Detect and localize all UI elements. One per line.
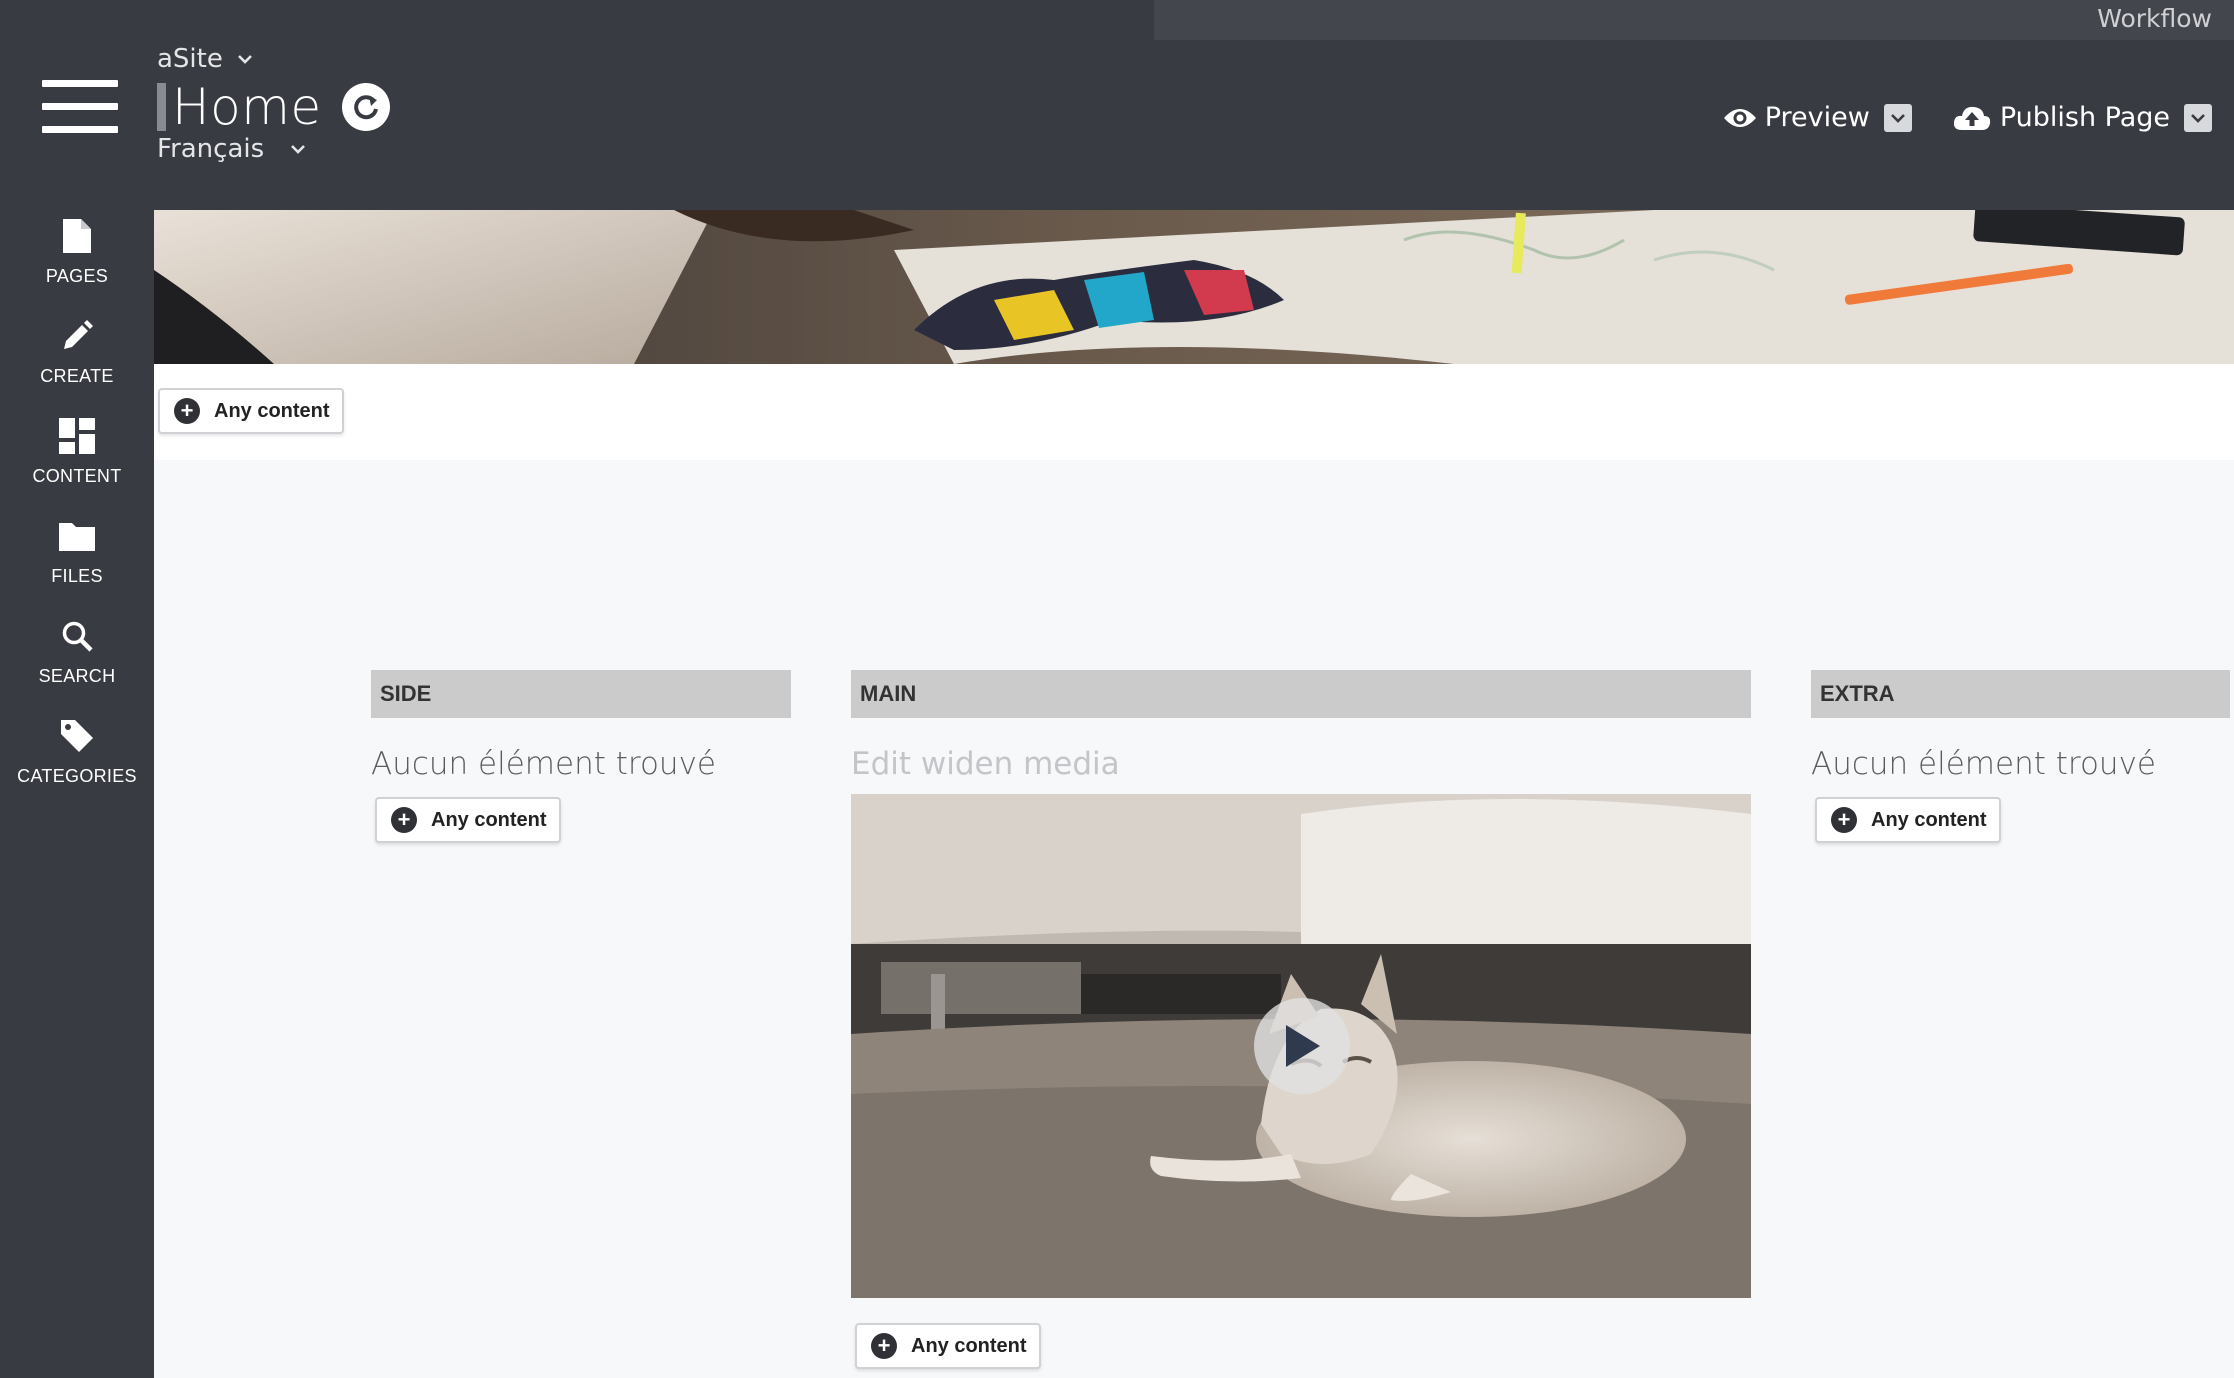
top-header: Workflow aSite Home Français Preview Pub… [0,0,2234,210]
sidebar-item-categories[interactable]: CATEGORIES [0,710,154,806]
add-content-label: Any content [911,1334,1027,1357]
zone-title: EXTRA [1820,681,1895,706]
extra-empty-message: Aucun élément trouvé [1811,746,2156,782]
zone-header-side: SIDE [371,670,791,718]
site-selector[interactable]: aSite [157,44,253,74]
hero-banner-image [154,210,2234,364]
folder-icon [57,516,97,556]
sidebar: PAGES CREATE CONTENT FILES SEARCH CATEGO… [0,210,154,1378]
add-content-button-extra[interactable]: + Any content [1815,797,2001,843]
workflow-bar: Workflow [1154,0,2234,40]
add-content-button-side[interactable]: + Any content [375,797,561,843]
zone-header-main: MAIN [851,670,1751,718]
language-label: Français [157,134,265,164]
tag-icon [57,716,97,756]
zone-header-extra: EXTRA [1811,670,2230,718]
page-icon [57,216,97,256]
top-content-zone [154,364,2234,460]
preview-label: Preview [1764,102,1870,133]
publish-label: Publish Page [1999,102,2170,133]
site-name: aSite [157,44,223,74]
chevron-down-icon [237,55,252,64]
title-marker [157,83,166,131]
add-content-button-top[interactable]: + Any content [158,388,344,434]
sidebar-item-search[interactable]: SEARCH [0,610,154,706]
language-selector[interactable]: Français [157,134,306,164]
play-button[interactable] [1254,998,1350,1094]
sidebar-item-content[interactable]: CONTENT [0,410,154,506]
sidebar-item-label: FILES [51,566,103,586]
page-title: Home [172,78,322,136]
sidebar-item-create[interactable]: CREATE [0,310,154,406]
menu-icon[interactable] [42,80,118,134]
zone-title: MAIN [860,681,917,706]
plus-circle-icon: + [174,398,200,424]
add-content-label: Any content [214,399,330,422]
refresh-icon [353,95,378,120]
publish-dropdown-button[interactable] [2184,103,2212,132]
video-player[interactable] [851,794,1751,1298]
play-icon [1286,1025,1320,1067]
edit-media-link[interactable]: Edit widen media [851,746,1120,782]
dashboard-icon [57,416,97,456]
add-content-button-main[interactable]: + Any content [855,1323,1041,1369]
sidebar-item-files[interactable]: FILES [0,510,154,606]
preview-dropdown-button[interactable] [1883,103,1912,132]
sidebar-item-label: SEARCH [38,666,116,686]
sidebar-item-label: CONTENT [32,466,122,486]
sidebar-item-label: CREATE [40,366,114,386]
page-title-group: Home [157,78,390,136]
pencil-icon [57,316,97,356]
workflow-label[interactable]: Workflow [2097,4,2212,33]
refresh-button[interactable] [341,83,390,131]
sidebar-item-label: CATEGORIES [17,766,137,786]
plus-circle-icon: + [871,1333,897,1359]
add-content-label: Any content [1871,808,1987,831]
publish-page-button[interactable]: Publish Page [1952,102,2170,133]
chevron-down-icon [2191,113,2205,123]
side-empty-message: Aucun élément trouvé [371,746,716,782]
sidebar-item-pages[interactable]: PAGES [0,210,154,306]
preview-button[interactable]: Preview [1723,102,1870,133]
plus-circle-icon: + [1831,807,1857,833]
chevron-down-icon [1890,113,1905,123]
eye-icon [1723,108,1756,127]
chevron-down-icon [291,145,306,154]
sidebar-item-label: PAGES [45,266,109,286]
cloud-upload-icon [1953,106,1990,130]
plus-circle-icon: + [391,807,417,833]
zone-title: SIDE [380,681,432,706]
header-actions: Preview Publish Page [1723,102,2212,133]
search-icon [57,616,97,656]
add-content-label: Any content [431,808,547,831]
